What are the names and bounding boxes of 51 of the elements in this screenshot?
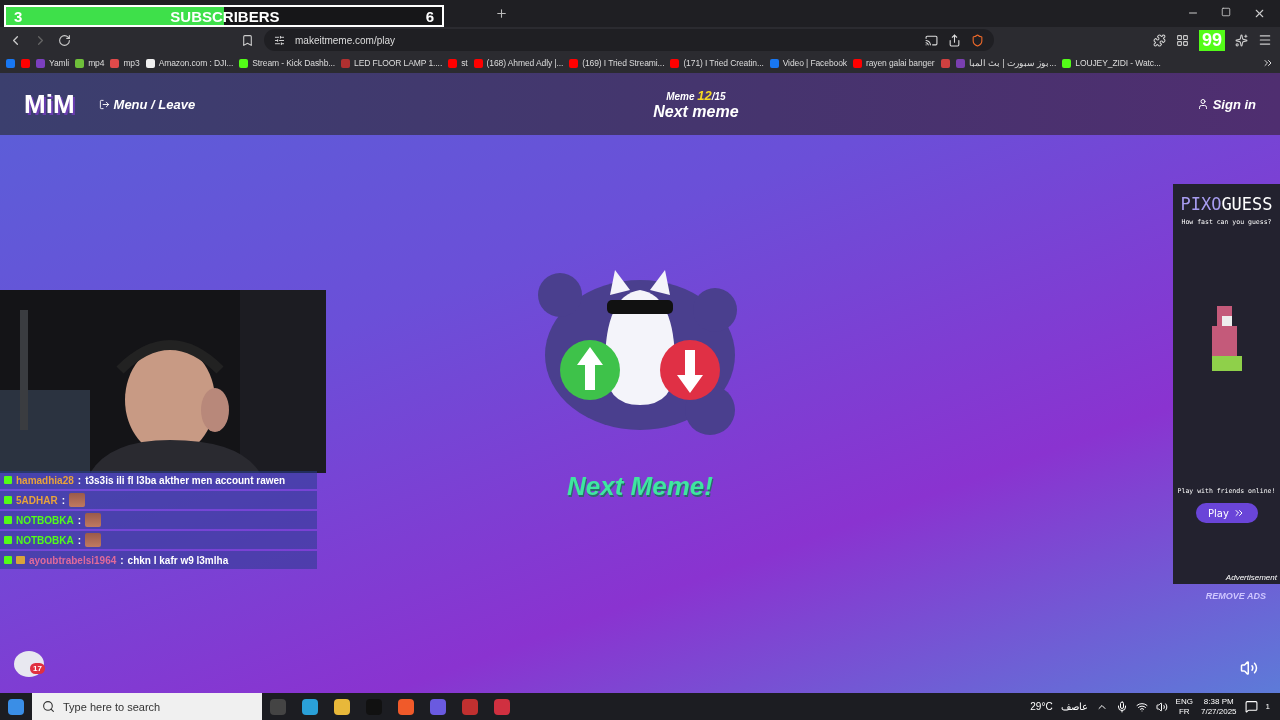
ad-title-guess: GUESS	[1221, 194, 1273, 214]
taskbar-search-field[interactable]: Type here to search	[32, 693, 262, 720]
chat-username: ayoubtrabelsi1964	[29, 554, 117, 566]
clock-time: 8:38 PM	[1203, 696, 1234, 707]
chat-separator: :	[61, 494, 65, 506]
bookmark-item[interactable]: بوز سبورت | بث المبا...	[955, 58, 1057, 68]
bookmark-item[interactable]: LOUJEY_ZIDI - Watc...	[1062, 58, 1161, 68]
bookmark-item[interactable]: LED FLOOR LAMP 1....	[341, 58, 443, 68]
ad-title-pixo: PIXO	[1180, 194, 1222, 214]
bookmark-item[interactable]: (168) Ahmed Adly |...	[473, 58, 564, 68]
chat-username: 5ADHAR	[16, 494, 58, 506]
temperature: 29°C	[1030, 701, 1053, 712]
bookmark-item[interactable]: Video | Facebook	[769, 58, 847, 68]
chat-username: NOTBOBKA	[16, 534, 74, 546]
bookmark-item[interactable]: (169) I Tried Streami...	[569, 58, 665, 68]
meme-total: /15	[711, 90, 726, 102]
chat-separator: :	[77, 474, 82, 486]
bookmark-item[interactable]: mp3	[110, 58, 140, 68]
chat-username: NOTBOBKA	[16, 514, 74, 526]
goal-target: 6	[425, 7, 434, 25]
chat-separator: :	[77, 534, 82, 546]
notification-badge: 17	[30, 663, 45, 674]
url-text: makeitmeme.com/play	[295, 34, 396, 46]
bookmark-item[interactable]: Amazon.com : DJI...	[145, 58, 234, 68]
language-bottom: FR	[1178, 706, 1190, 717]
meme-current: 12	[697, 87, 712, 103]
bookmark-item[interactable]: (171) I Tried Creatin...	[670, 58, 764, 68]
chat-text: chkn l kafr w9 l3mlha	[127, 554, 229, 566]
round-title: Next meme	[653, 102, 739, 121]
ad-footer: Advertisement	[1225, 573, 1277, 582]
bookmark-item[interactable]: Stream - Kick Dashb...	[239, 58, 336, 68]
chat-separator: :	[77, 514, 82, 526]
sign-in-button[interactable]: Sign in	[1196, 96, 1256, 112]
play-button[interactable]: Play	[1195, 503, 1258, 523]
notification-count: 1	[1265, 702, 1270, 711]
site-logo[interactable]: MiM	[24, 88, 75, 120]
address-bar[interactable]: makeitmeme.com/play	[264, 29, 994, 51]
clock-date: 7/27/2025	[1200, 706, 1237, 717]
menu-leave-button[interactable]: Menu / Leave	[98, 96, 196, 112]
language-top: ENG	[1175, 696, 1193, 707]
bookmark-item[interactable]: Yamli	[36, 58, 70, 68]
meme-label: Meme	[666, 90, 695, 102]
goal-current: 3	[14, 7, 23, 25]
kick-counter: 99	[1198, 29, 1225, 51]
chat-text: t3s3is ili fl l3ba akther men account rawen	[85, 474, 286, 486]
next-meme-button[interactable]: Next Meme!	[561, 470, 719, 503]
weather-text: عاصف	[1060, 701, 1088, 712]
bookmark-item[interactable]: rayen galai banger	[852, 58, 935, 68]
chat-username: hamadhia28	[16, 474, 74, 486]
bookmark-item[interactable]: mp4	[75, 58, 105, 68]
chat-separator: :	[120, 554, 124, 566]
